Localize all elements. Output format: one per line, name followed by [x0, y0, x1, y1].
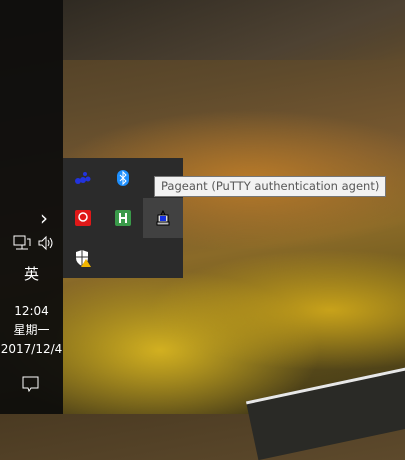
taskbar: › 英 12:04 星期一 2017/12/4	[0, 0, 63, 414]
clock-time: 12:04	[14, 304, 49, 318]
wallpaper-sky	[63, 0, 405, 60]
tooltip: Pageant (PuTTY authentication agent)	[154, 176, 387, 197]
bluetooth-icon[interactable]	[103, 158, 143, 198]
input-language-indicator[interactable]: 英	[0, 263, 63, 284]
clock[interactable]: 12:04 星期一 2017/12/4	[0, 302, 63, 359]
h-app-icon[interactable]	[103, 198, 143, 238]
clock-weekday: 星期一	[13, 323, 50, 337]
wallpaper-road	[245, 359, 405, 460]
red-app-icon[interactable]	[63, 198, 103, 238]
volume-icon[interactable]	[36, 235, 56, 254]
action-center-icon[interactable]	[22, 375, 40, 396]
windows-defender-warning-icon[interactable]	[63, 238, 103, 278]
network-icon[interactable]	[12, 235, 32, 254]
pageant-icon[interactable]	[143, 198, 183, 238]
clock-date: 2017/12/4	[0, 342, 63, 356]
dots-cluster-icon[interactable]	[63, 158, 103, 198]
